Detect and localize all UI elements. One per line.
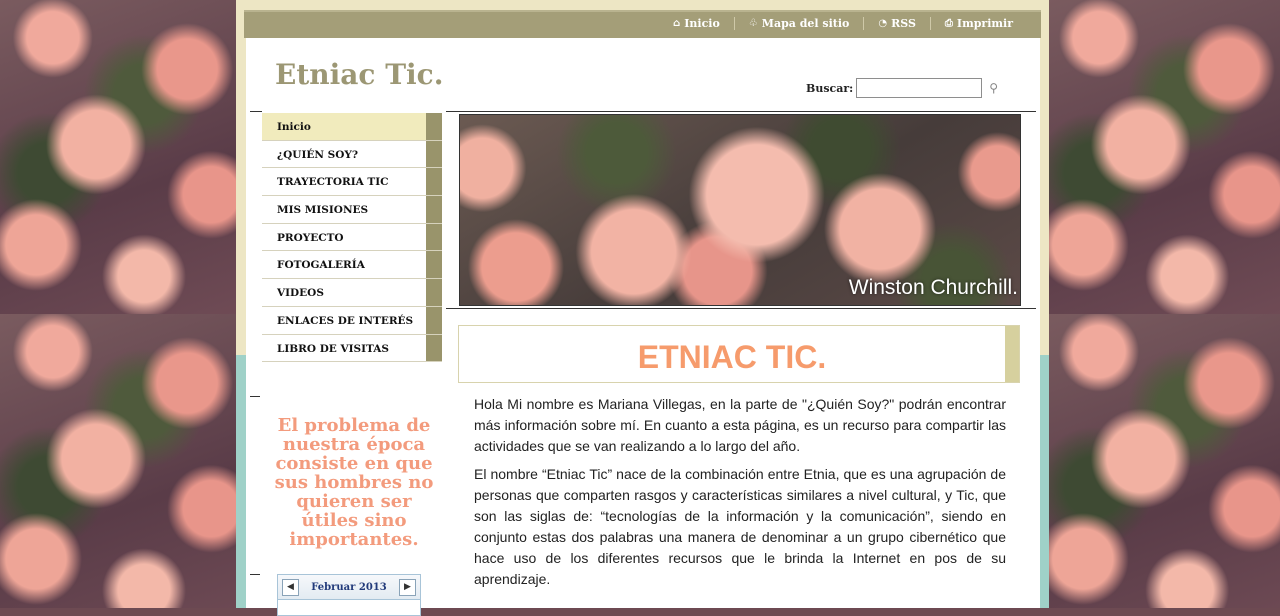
divider <box>250 574 260 575</box>
sidebar-item-mis-misiones[interactable]: MIS MISIONES <box>262 196 442 224</box>
print-icon: ⎙ <box>944 18 953 29</box>
sitemap-icon: ♧ <box>748 18 758 29</box>
topnav-rss-link[interactable]: ◔ RSS <box>863 17 930 30</box>
divider <box>250 111 262 112</box>
background-roses-right <box>1048 0 1280 608</box>
sidebar-item-inicio[interactable]: Inicio <box>262 113 442 141</box>
background-roses-left <box>0 0 240 608</box>
banner-caption: Winston Churchill. <box>848 276 1018 299</box>
calendar-header: ◀ Februar 2013 ▶ <box>278 575 420 600</box>
calendar-next-button[interactable]: ▶ <box>398 578 416 596</box>
sidebar-quote: El problema de nuestra época consiste en… <box>274 415 434 550</box>
sidebar-item-libro-de-visitas[interactable]: LIBRO DE VISITAS <box>262 334 442 363</box>
header-banner-image: Winston Churchill. <box>459 114 1021 306</box>
content-heading-box: ETNIAC TIC. <box>458 325 1020 383</box>
sidebar-item-trayectoria-tic[interactable]: TRAYECTORIA TIC <box>262 168 442 197</box>
home-icon: ⌂ <box>673 18 681 29</box>
search-label: Buscar: <box>806 81 854 95</box>
page-frame: ⌂ Inicio ♧ Mapa del sitio ◔ RSS ⎙ Imprimir E… <box>236 0 1049 616</box>
page-content: Etniac Tic. Buscar: ⚲ Inicio ¿QUIÉN SOY?… <box>246 38 1040 616</box>
sidebar-item-enlaces[interactable]: ENLACES DE INTERÉS <box>262 306 442 335</box>
topnav-home-link[interactable]: ⌂ Inicio <box>659 17 734 30</box>
sidebar-item-fotogaleria[interactable]: FOTOGALERÍA <box>262 251 442 280</box>
sidebar-item-videos[interactable]: VIDEOS <box>262 279 442 307</box>
search-input[interactable] <box>856 78 983 98</box>
calendar-widget: ◀ Februar 2013 ▶ <box>277 574 421 616</box>
page-heading: ETNIAC TIC. <box>637 339 827 375</box>
search-icon[interactable]: ⚲ <box>989 81 998 95</box>
divider <box>250 396 260 397</box>
top-bar: ⌂ Inicio ♧ Mapa del sitio ◔ RSS ⎙ Imprimir <box>244 10 1041 38</box>
rss-icon: ◔ <box>878 18 888 29</box>
top-navigation: ⌂ Inicio ♧ Mapa del sitio ◔ RSS ⎙ Imprimir <box>659 17 1027 30</box>
topnav-sitemap-link[interactable]: ♧ Mapa del sitio <box>733 17 864 30</box>
topnav-print-link[interactable]: ⎙ Imprimir <box>929 17 1027 30</box>
sidebar-item-proyecto[interactable]: PROYECTO <box>262 223 442 252</box>
content-body: Hola Mi nombre es Mariana Villegas, en l… <box>474 394 1006 597</box>
calendar-prev-button[interactable]: ◀ <box>282 578 299 596</box>
sidebar-item-quien-soy[interactable]: ¿QUIÉN SOY? <box>262 140 442 169</box>
content-paragraph: El nombre “Etniac Tic” nace de la combin… <box>474 466 1006 587</box>
calendar-month-title: Februar 2013 <box>311 581 387 593</box>
divider <box>446 111 1036 112</box>
site-title[interactable]: Etniac Tic. <box>275 58 443 91</box>
search-form: Buscar: ⚲ <box>806 78 998 98</box>
sidebar-nav: Inicio ¿QUIÉN SOY? TRAYECTORIA TIC MIS M… <box>262 113 442 363</box>
content-paragraph: Hola Mi nombre es Mariana Villegas, en l… <box>474 396 1006 454</box>
divider <box>446 308 1036 309</box>
